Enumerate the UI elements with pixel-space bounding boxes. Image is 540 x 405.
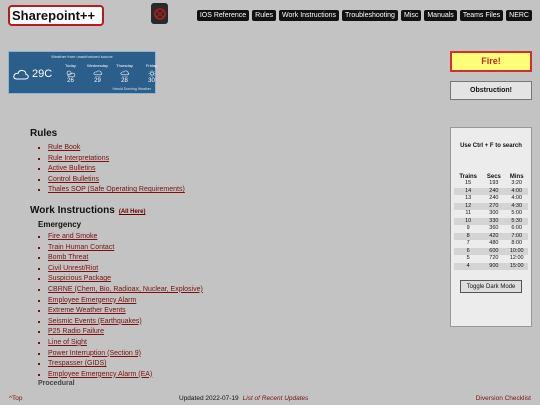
table-row: 13 240 4:00	[465, 195, 523, 201]
list-item[interactable]: Thales SOP (Safe Operating Requirements)	[48, 185, 410, 196]
forecast-day-label: Friday	[145, 63, 158, 68]
weather-title: Weather from unauthorized source	[51, 54, 113, 59]
rules-heading: Rules	[30, 128, 58, 139]
headway-panel: Use Ctrl + F to search Trains Secs Mins …	[450, 127, 532, 327]
emergency-list: Fire and Smoke Train Human Contact Bomb …	[30, 232, 410, 380]
list-item[interactable]: Bomb Threat	[48, 253, 410, 264]
updated-info: Updated 2022-07-19 List of Recent Updates	[179, 395, 308, 402]
list-item[interactable]: Employee Emergency Alarm	[48, 296, 410, 307]
list-item[interactable]: Train Human Contact	[48, 243, 410, 254]
search-tip: Use Ctrl + F to search	[460, 143, 522, 149]
nav-misc[interactable]: Misc	[400, 10, 422, 21]
forecast-temp: 26	[67, 78, 74, 84]
list-item[interactable]: Power Interruption (Section 9)	[48, 349, 410, 360]
list-item[interactable]: Extreme Weather Events	[48, 306, 410, 317]
forecast-temp: 28	[121, 78, 128, 84]
table-row: 11 300 5:00	[465, 210, 523, 216]
table-row: 15 193 3:20	[465, 180, 523, 186]
rain-cloud-icon	[120, 70, 129, 77]
forecast-day-label: Thursday	[116, 63, 133, 68]
table-row: 5 720 12:00	[466, 255, 524, 261]
nav-ios-reference[interactable]: IOS Reference	[196, 10, 250, 21]
table-row: 10 330 5:30	[454, 217, 528, 225]
nav-troubleshooting[interactable]: Troubleshooting	[342, 10, 398, 21]
current-weather: 29C	[13, 68, 52, 80]
nav-teams-files[interactable]: Teams Files	[459, 10, 504, 21]
table-row: 7 480 8:00	[466, 240, 523, 246]
list-item[interactable]: Active Bulletins	[48, 164, 410, 175]
toggle-dark-mode-button[interactable]: Toggle Dark Mode	[460, 280, 522, 293]
list-item[interactable]: P25 Radio Failure	[48, 327, 410, 338]
list-item[interactable]: Trespasser (GIDS)	[48, 359, 410, 370]
table-row: 6 600 10:00	[454, 247, 528, 255]
forecast-day-label: Wednesday	[86, 63, 109, 68]
forecast-temp: 29	[94, 78, 101, 84]
list-item[interactable]: Rule Book	[48, 143, 410, 154]
weather-credit: Harold Dunning Weather	[112, 87, 151, 91]
cloud-sun-icon	[66, 70, 75, 77]
forecast-day: Friday 30	[138, 63, 165, 84]
table-row: 9 360 6:00	[466, 225, 523, 231]
list-item[interactable]: Employee Emergency Alarm (EA)	[48, 370, 410, 381]
rain-cloud-icon	[93, 70, 102, 77]
forecast-day: Today 26	[57, 63, 84, 84]
fire-button[interactable]: Fire!	[450, 51, 532, 72]
nav-rules[interactable]: Rules	[252, 10, 277, 21]
list-item[interactable]: Seismic Events (Earthquakes)	[48, 317, 410, 328]
recent-updates-link[interactable]: List of Recent Updates	[243, 395, 309, 402]
list-item[interactable]: Fire and Smoke	[48, 232, 410, 243]
procedural-heading: Procedural	[38, 380, 75, 388]
all-here-link[interactable]: (All Here)	[119, 209, 146, 215]
back-to-top-link[interactable]: ^Top	[9, 395, 23, 402]
rules-list: Rule Book Rule Interpretations Active Bu…	[30, 143, 410, 196]
table-row: 12 270 4:30	[454, 202, 528, 210]
list-item[interactable]: CBRNE (Chem, Bio, Radioax, Nuclear, Expl…	[48, 285, 410, 296]
table-row: 4 900 15:00	[454, 262, 528, 270]
obstruction-button[interactable]: Obstruction!	[450, 81, 532, 100]
table-row: 14 240 4:00	[454, 187, 528, 195]
forecast-day: Wednesday 29	[84, 63, 111, 84]
current-temp: 29C	[32, 68, 53, 80]
list-item[interactable]: Suspicious Package	[48, 274, 410, 285]
main-content: Rules Rule Book Rule Interpretations Act…	[30, 128, 410, 387]
list-item[interactable]: Control Bulletins	[48, 175, 410, 186]
top-nav: IOS Reference Rules Work Instructions Tr…	[196, 10, 532, 21]
updated-date: Updated 2022-07-19	[179, 395, 239, 402]
headway-table: Trains Secs Mins 15 193 3:20 14 240 4:00 13 2…	[454, 174, 528, 270]
diversion-checklist-link[interactable]: Diversion Checklist	[476, 395, 531, 402]
list-item[interactable]: Civil Unrest/Riot	[48, 264, 410, 275]
nav-nerc[interactable]: NERC	[506, 10, 532, 21]
brand-emblem-icon	[151, 3, 168, 24]
footer-bar: ^Top Updated 2022-07-19 List of Recent Up…	[0, 391, 540, 405]
weather-widget[interactable]: Weather from unauthorized source 29C Tod…	[8, 51, 157, 94]
forecast-day: Thursday 28	[111, 63, 138, 84]
list-item[interactable]: Line of Sight	[48, 338, 410, 349]
work-instructions-heading: Work Instructions (All Here)	[30, 204, 146, 216]
forecast-day-label: Today	[65, 63, 76, 68]
sun-icon	[148, 70, 155, 77]
table-row: 8 420 7:00	[454, 232, 528, 240]
nav-manuals[interactable]: Manuals	[424, 10, 457, 21]
emergency-heading: Emergency	[38, 219, 82, 229]
list-item[interactable]: Rule Interpretations	[48, 154, 410, 165]
forecast-temp: 30	[148, 78, 155, 84]
cloud-icon	[13, 69, 29, 79]
nav-work-instructions[interactable]: Work Instructions	[279, 10, 339, 21]
site-logo[interactable]: Sharepoint++	[8, 5, 104, 26]
